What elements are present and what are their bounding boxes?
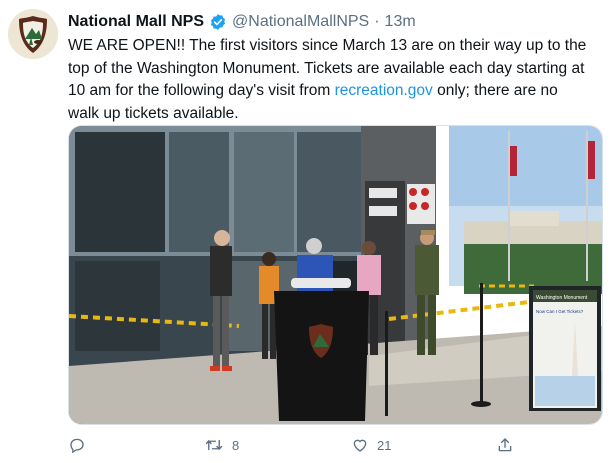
avatar[interactable] (8, 9, 58, 59)
like-button[interactable]: 21 (351, 432, 391, 458)
sign-subtitle: Now Can I Get Tickets? (536, 309, 584, 314)
retweet-button[interactable]: 8 (204, 432, 239, 458)
header-separator: · (374, 13, 380, 30)
share-button[interactable] (496, 432, 514, 458)
retweet-count: 8 (232, 437, 240, 453)
reply-icon (70, 438, 84, 454)
tweet-text: WE ARE OPEN!! The first visitors since M… (68, 35, 593, 125)
reply-button[interactable] (68, 432, 94, 458)
user-handle[interactable]: @NationalMallNPS (232, 13, 369, 31)
share-icon (498, 438, 512, 452)
display-name[interactable]: National Mall NPS (68, 13, 204, 31)
like-icon (353, 439, 367, 452)
recreation-gov-link[interactable]: recreation.gov (335, 82, 433, 99)
tweet-header: National Mall NPS @NationalMallNPS · 13m (68, 11, 416, 33)
tweet-actions: 8 21 (68, 432, 603, 458)
tweet-photo[interactable]: Washington Monument Now Can I Get Ticket… (68, 125, 603, 425)
nps-arrowhead-logo-icon (8, 9, 58, 59)
verified-badge-icon (209, 13, 227, 31)
tweet-timestamp[interactable]: 13m (385, 13, 416, 31)
retweet-icon (205, 439, 223, 451)
monument-entrance-photo: Washington Monument Now Can I Get Ticket… (69, 126, 602, 424)
sign-title: Washington Monument (536, 295, 588, 301)
like-count: 21 (377, 437, 392, 453)
